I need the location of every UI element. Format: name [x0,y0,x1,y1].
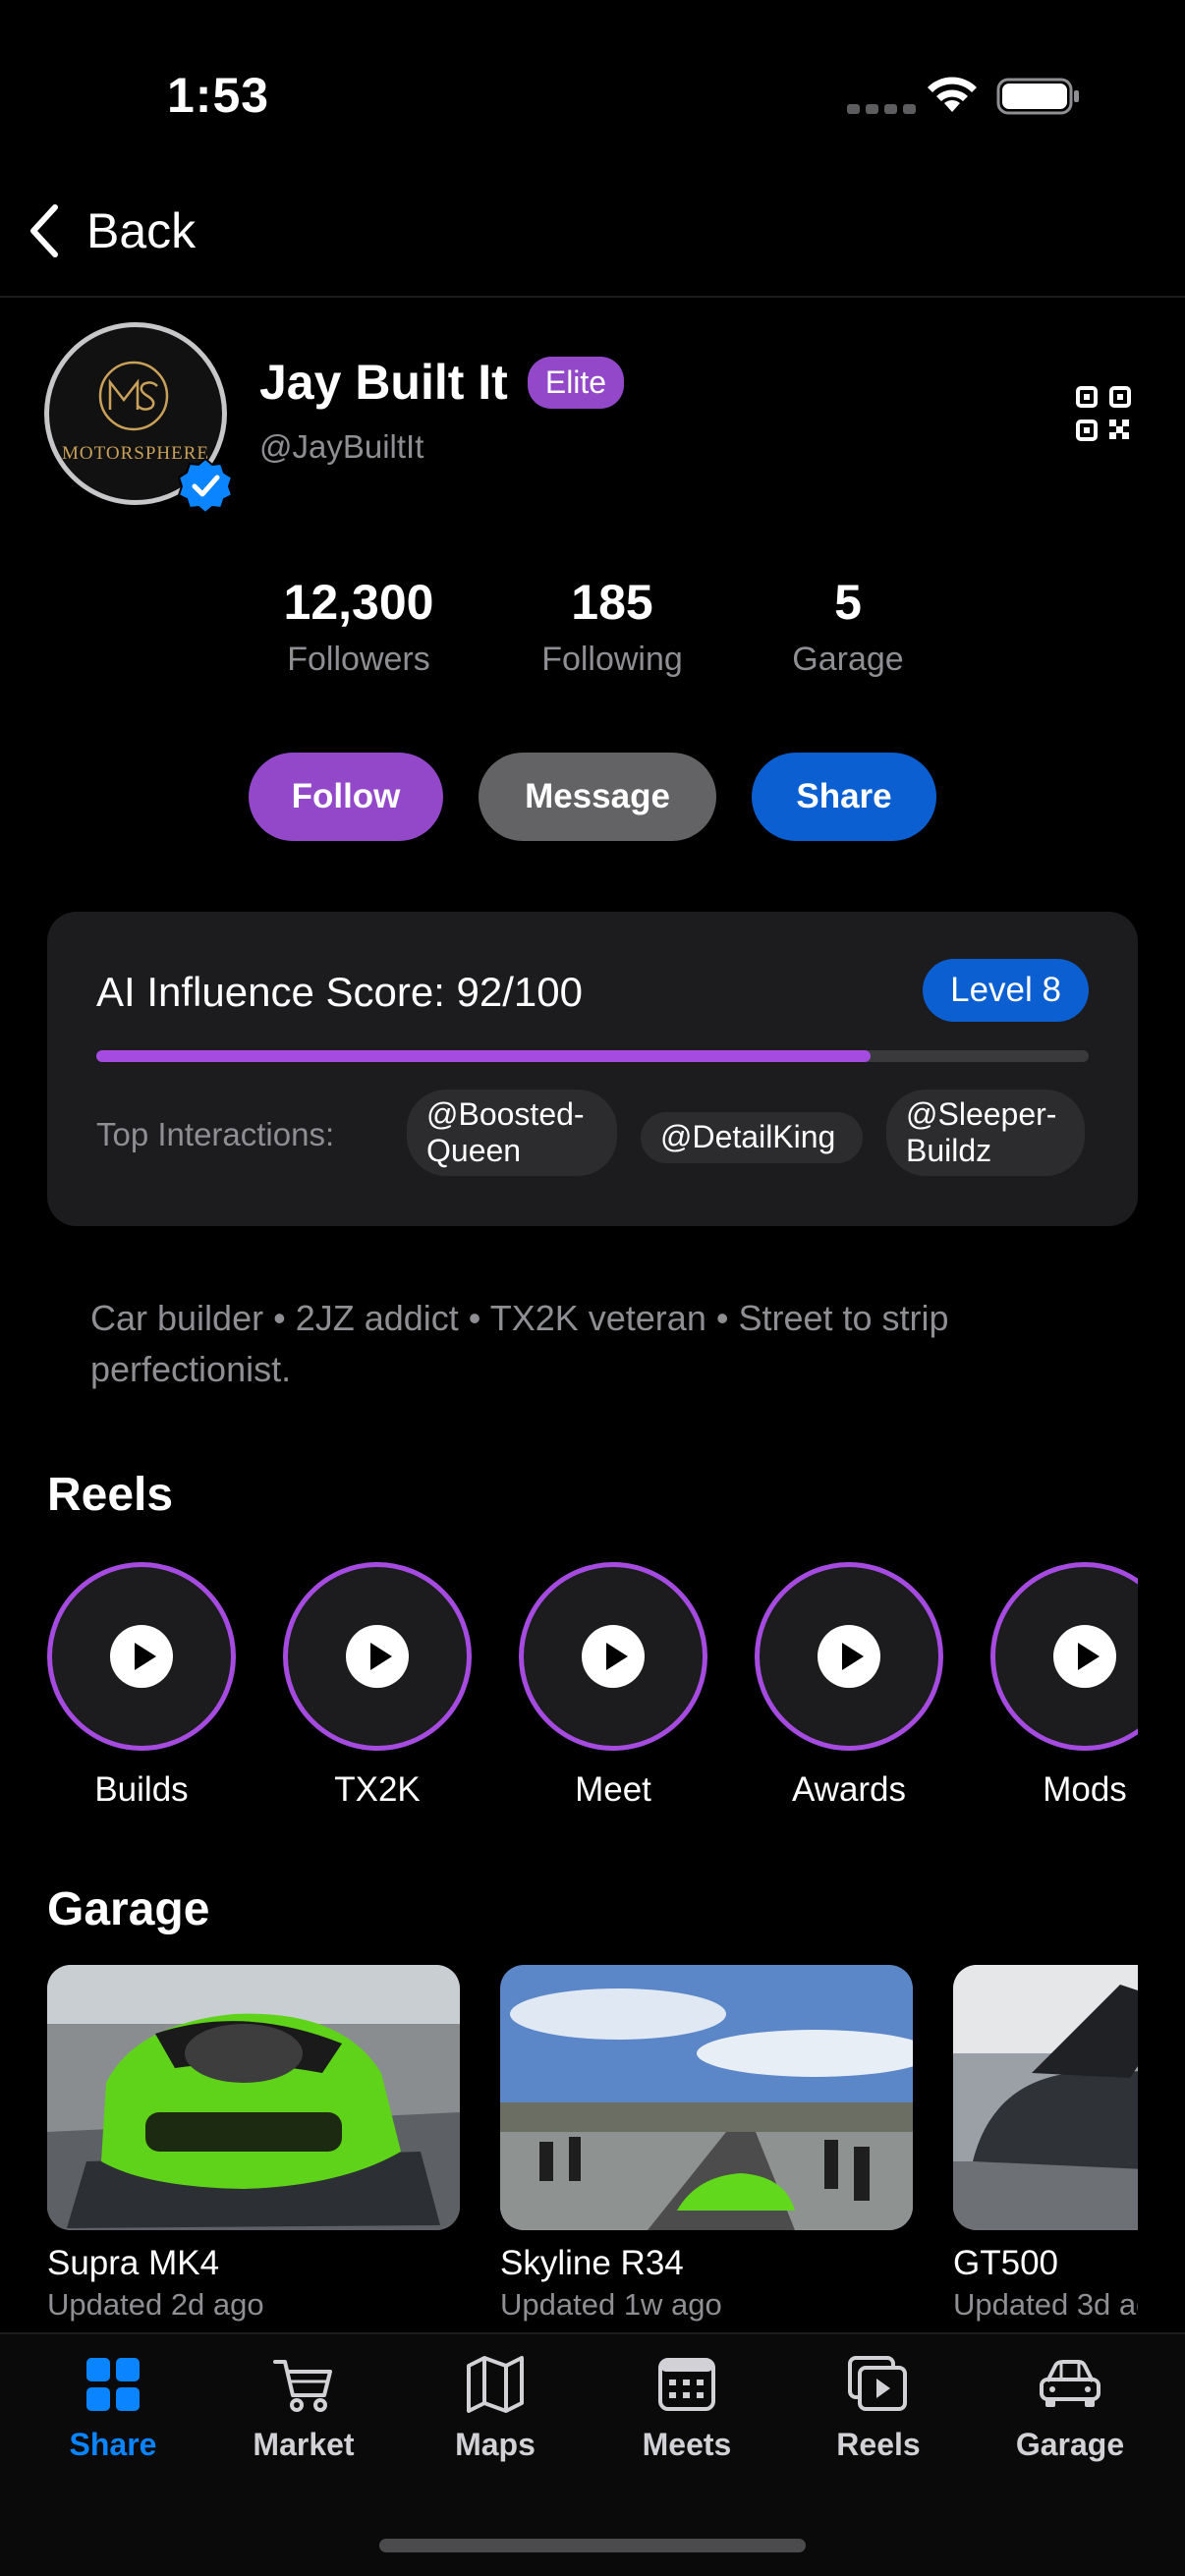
car-photo-image [500,1965,913,2230]
garage-count: 5 [834,575,862,630]
profile-name-row: Jay Built It Elite [259,354,625,411]
car-icon [1040,2360,1100,2407]
reel-item[interactable]: Mods [990,1562,1138,1810]
car-updated: Updated 3d ago [953,2287,1138,2322]
status-time: 1:53 [167,68,270,123]
interaction-chip[interactable]: @Sleeper-Buildz [886,1090,1085,1176]
tab-label: Maps [455,2427,536,2462]
nav-divider [0,296,1185,298]
map-icon [467,2356,524,2413]
video-icon [848,2356,907,2411]
reel-item[interactable]: Meet [519,1562,707,1810]
car-updated: Updated 2d ago [47,2287,264,2322]
influence-score-fill [96,1050,871,1062]
car-photo [47,1965,460,2230]
top-interactions-label: Top Interactions: [96,1116,335,1152]
car-card[interactable]: Skyline R34 Updated 1w ago [500,1965,913,2323]
reels-row[interactable]: Builds TX2K Meet Awards Mods [47,1562,1138,1818]
tab-label: Market [253,2427,355,2462]
verified-icon [177,457,234,514]
following-stat[interactable]: 185 Following [524,574,701,679]
tab-label: Share [69,2427,157,2462]
tab-maps[interactable]: Maps [402,2352,589,2463]
following-label: Following [541,641,683,678]
profile-handle: @JayBuiltIt [259,428,424,465]
tab-label: Meets [642,2427,732,2462]
level-badge: Level 8 [923,959,1089,1022]
back-button[interactable]: Back [24,196,196,265]
avatar[interactable]: MOTORSPHERE [44,322,234,514]
influence-score-title: AI Influence Score: 92/100 [96,969,583,1015]
interaction-chip[interactable]: @Boosted-Queen [407,1090,617,1176]
calendar-icon [658,2358,715,2411]
reel-thumbnail [990,1562,1138,1751]
garage-stat[interactable]: 5 Garage [760,574,936,679]
cart-icon [273,2360,332,2412]
play-icon [346,1625,409,1688]
play-icon [110,1625,173,1688]
tab-meets[interactable]: Meets [593,2352,780,2463]
reel-thumbnail [283,1562,472,1751]
home-indicator [379,2539,806,2552]
reels-section-title: Reels [47,1469,174,1521]
play-icon [818,1625,880,1688]
battery-icon [996,78,1079,115]
reel-thumbnail [47,1562,236,1751]
tab-market[interactable]: Market [210,2352,397,2463]
car-card[interactable]: GT500 Updated 3d ago [953,1965,1138,2323]
car-photo [500,1965,913,2230]
tab-label: Reels [836,2427,921,2462]
reel-thumbnail [519,1562,707,1751]
grid-icon [86,2358,140,2411]
message-button[interactable]: Message [479,753,716,841]
garage-section-title: Garage [47,1883,210,1935]
garage-label: Garage [792,641,904,678]
profile-name: Jay Built It [259,355,508,410]
status-bar: 1:53 [0,0,1185,187]
reel-thumbnail [755,1562,943,1751]
play-icon [582,1625,645,1688]
car-photo-image [953,1965,1138,2230]
reel-label: Awards [791,1770,907,1809]
following-count: 185 [571,575,653,630]
elite-badge: Elite [527,356,625,409]
car-name: GT500 [953,2244,1058,2282]
wifi-icon [928,77,977,112]
car-photo-image [47,1965,460,2230]
cellular-signal-icon [847,104,916,114]
followers-count: 12,300 [283,575,434,630]
reel-label: Builds [94,1770,189,1809]
play-icon [1053,1625,1116,1688]
car-name: Skyline R34 [500,2244,684,2282]
profile-bio: Car builder • 2JZ addict • TX2K veteran … [90,1298,949,1390]
share-button[interactable]: Share [752,753,936,841]
reel-item[interactable]: Builds [47,1562,236,1810]
tab-label: Garage [1015,2427,1125,2462]
influence-card: AI Influence Score: 92/100 Level 8 Top I… [47,912,1138,1226]
car-card[interactable]: Supra MK4 Updated 2d ago [47,1965,460,2323]
reel-item[interactable]: TX2K [283,1562,472,1810]
reel-label: TX2K [334,1770,421,1809]
tab-garage[interactable]: Garage [977,2352,1163,2463]
followers-stat[interactable]: 12,300 Followers [270,574,447,679]
qr-code-icon[interactable] [1075,385,1132,442]
car-name: Supra MK4 [47,2244,220,2282]
tab-reels[interactable]: Reels [785,2352,972,2463]
influence-score-bar [96,1050,1089,1062]
car-updated: Updated 1w ago [500,2287,722,2322]
motorsphere-logo [98,361,169,431]
car-photo [953,1965,1138,2230]
interaction-chip[interactable]: @DetailKing [641,1112,863,1163]
chevron-left-icon [30,204,58,257]
reel-label: Meet [575,1770,651,1809]
garage-row[interactable]: Supra MK4 Updated 2d ago Skyline R34 Upd… [47,1965,1138,2328]
reel-label: Mods [1043,1770,1127,1809]
reel-item[interactable]: Awards [755,1562,943,1810]
followers-label: Followers [287,641,430,678]
tab-share[interactable]: Share [20,2352,206,2463]
back-label: Back [86,203,197,258]
follow-button[interactable]: Follow [249,753,443,841]
